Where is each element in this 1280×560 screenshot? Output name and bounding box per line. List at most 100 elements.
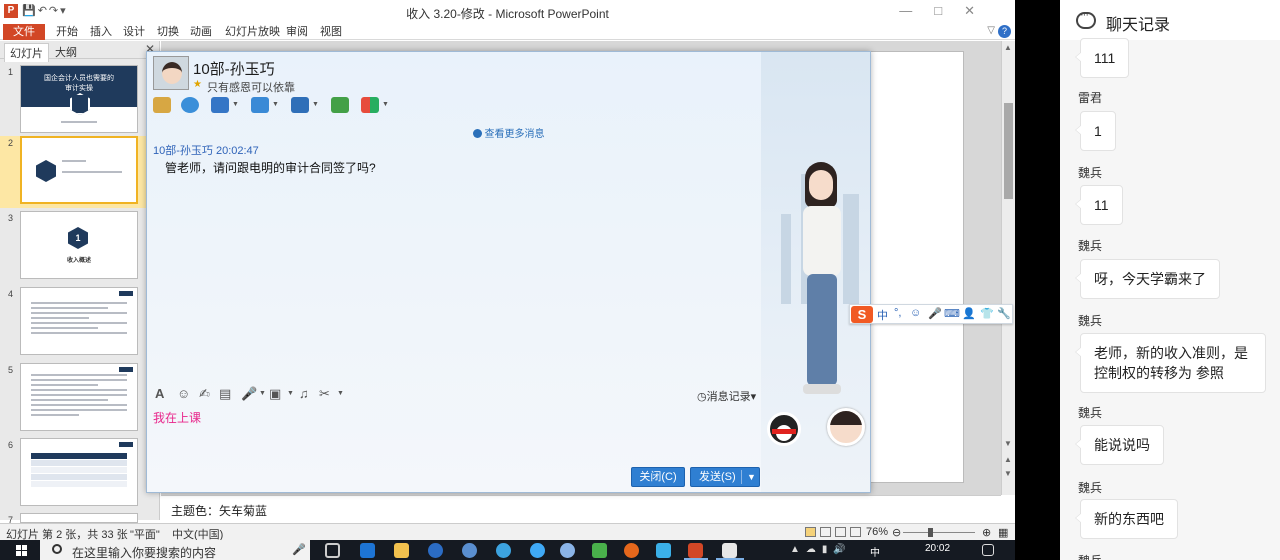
slideshow-view-icon[interactable] (850, 527, 861, 537)
system-tray[interactable]: ▲☁▮🔊 (790, 544, 852, 555)
chevron-down-icon[interactable]: ▼ (272, 101, 279, 108)
zoom-level[interactable]: 76% (866, 526, 888, 538)
keyboard-icon[interactable]: ⌨ (944, 307, 960, 320)
reading-view-icon[interactable] (835, 527, 846, 537)
task-view-icon[interactable] (325, 543, 340, 558)
create-group-icon[interactable] (331, 97, 349, 113)
qq-show-avatar[interactable] (791, 162, 861, 402)
edge-icon[interactable] (360, 543, 375, 558)
fit-window-icon[interactable]: ▦ (998, 526, 1008, 539)
tab-file[interactable]: 文件 (3, 24, 45, 40)
slide-thumbnail-3[interactable]: 3 1 收入概述 (0, 211, 158, 283)
shake-icon[interactable]: ✍ (199, 386, 210, 402)
zoom-slider[interactable] (903, 532, 975, 533)
message-input[interactable]: 我在上课 (153, 409, 201, 426)
chevron-down-icon[interactable]: ▼ (232, 101, 239, 108)
notification-icon[interactable] (982, 544, 994, 556)
image-icon[interactable]: ▣ (269, 386, 281, 402)
taskbar-search-input[interactable]: 在这里输入你要搜索的内容 🎤 (40, 540, 310, 560)
app-icon[interactable] (560, 543, 575, 558)
tab-slideshow[interactable]: 幻灯片放映 (225, 24, 280, 40)
tab-transitions[interactable]: 切换 (157, 24, 179, 40)
slide-thumbnail-6[interactable]: 6 (0, 438, 158, 510)
gif-icon[interactable]: ▤ (219, 386, 231, 402)
contact-name[interactable]: 10部-孙玉巧 (193, 58, 275, 79)
qq-penguin-icon[interactable] (767, 412, 801, 446)
remote-assist-icon[interactable] (211, 97, 229, 113)
skin-icon[interactable]: 👕 (980, 307, 994, 320)
voice-message-icon[interactable]: 🎤 (241, 386, 257, 402)
message-record-button[interactable]: ◷消息记录▾ (697, 388, 756, 404)
qq-browser-icon[interactable] (496, 543, 511, 558)
sogou-logo-icon[interactable]: S (851, 306, 873, 323)
tab-outline[interactable]: 大纲 (50, 43, 82, 61)
slide-thumbnail-1[interactable]: 1 国企会计人员也需要的 审计实操 (0, 65, 158, 137)
font-icon[interactable]: A (155, 386, 164, 401)
send-button[interactable]: 发送(S) ▼ (690, 467, 760, 487)
ime-mode-chinese[interactable]: 中 (877, 307, 888, 323)
zoom-out-icon[interactable]: ⊖ (892, 526, 901, 539)
screenshot-scissors-icon[interactable]: ✂ (319, 386, 330, 402)
input-method-indicator[interactable]: 中 (870, 544, 880, 559)
punctuation-icon[interactable]: °, (894, 307, 901, 319)
prev-slide-icon[interactable]: ▲ (1004, 455, 1012, 464)
slide-sorter-icon[interactable] (820, 527, 831, 537)
emoji-icon[interactable]: ☺ (177, 386, 190, 401)
tab-design[interactable]: 设计 (123, 24, 145, 40)
chevron-down-icon[interactable]: ▼ (287, 390, 294, 397)
tab-slides[interactable]: 幻灯片 (4, 43, 49, 62)
powerpoint-taskbar-icon[interactable] (688, 543, 703, 558)
user-icon[interactable]: 👤 (962, 307, 976, 320)
scrollbar-thumb[interactable] (1004, 103, 1013, 199)
music-icon[interactable]: ♫ (299, 386, 309, 401)
slide-thumbnail-2[interactable]: 2 (0, 136, 158, 208)
chevron-down-icon[interactable]: ▼ (747, 468, 756, 486)
wechat-icon[interactable] (592, 543, 607, 558)
wrench-icon[interactable]: 🔧 (997, 307, 1011, 320)
app-icon[interactable] (462, 543, 477, 558)
tab-view[interactable]: 视图 (320, 24, 342, 40)
ie-icon[interactable] (530, 543, 545, 558)
microphone-icon[interactable]: 🎤 (928, 307, 942, 320)
slide-thumbnail-5[interactable]: 5 (0, 363, 158, 435)
firefox-icon[interactable] (624, 543, 639, 558)
help-icon[interactable]: ? (998, 25, 1011, 38)
chevron-down-icon[interactable]: ▼ (312, 101, 319, 108)
tab-home[interactable]: 开始 (56, 24, 78, 40)
close-button[interactable]: 关闭(C) (631, 467, 685, 487)
apps-icon[interactable] (361, 97, 379, 113)
voice-call-icon[interactable] (153, 97, 171, 113)
notes-pane[interactable]: 主题色：矢车菊蓝 (161, 495, 1001, 523)
contact-avatar[interactable] (153, 56, 189, 90)
tab-animations[interactable]: 动画 (190, 24, 212, 40)
chevron-down-icon[interactable]: ▼ (382, 101, 389, 108)
next-slide-icon[interactable]: ▼ (1004, 469, 1012, 478)
send-file-icon[interactable] (251, 97, 269, 113)
zoom-slider-knob[interactable] (928, 528, 933, 537)
taskbar-clock[interactable]: 20:02 (925, 543, 950, 554)
tab-insert[interactable]: 插入 (90, 24, 112, 40)
chevron-down-icon[interactable]: ▼ (259, 390, 266, 397)
chevron-down-icon[interactable]: ▼ (337, 390, 344, 397)
video-call-icon[interactable] (181, 97, 199, 113)
zoom-in-icon[interactable]: ⊕ (982, 526, 991, 539)
vertical-scrollbar[interactable]: ▲ ▼ ▲ ▼ (1001, 41, 1015, 495)
file-explorer-icon[interactable] (394, 543, 409, 558)
scroll-down-icon[interactable]: ▼ (1004, 439, 1012, 448)
my-avatar[interactable] (827, 408, 865, 446)
ribbon-collapse-icon[interactable]: ▽ (987, 25, 995, 36)
screen-share-icon[interactable] (291, 97, 309, 113)
tab-review[interactable]: 审阅 (286, 24, 308, 40)
qq-chat-taskbar-icon[interactable] (722, 543, 737, 558)
language-indicator[interactable]: 中文(中国) (172, 526, 223, 540)
slide-thumbnail-4[interactable]: 4 (0, 287, 158, 359)
app-icon[interactable] (656, 543, 671, 558)
microphone-icon[interactable]: 🎤 (292, 543, 306, 556)
normal-view-icon[interactable] (805, 527, 816, 537)
scroll-up-icon[interactable]: ▲ (1004, 43, 1012, 52)
window-controls[interactable]: —□✕ (899, 3, 997, 19)
slide-thumbnail-7[interactable]: 7 (0, 513, 158, 525)
emoji-icon[interactable]: ☺ (910, 307, 921, 319)
kugou-icon[interactable] (428, 543, 443, 558)
windows-start-icon[interactable] (16, 545, 28, 557)
